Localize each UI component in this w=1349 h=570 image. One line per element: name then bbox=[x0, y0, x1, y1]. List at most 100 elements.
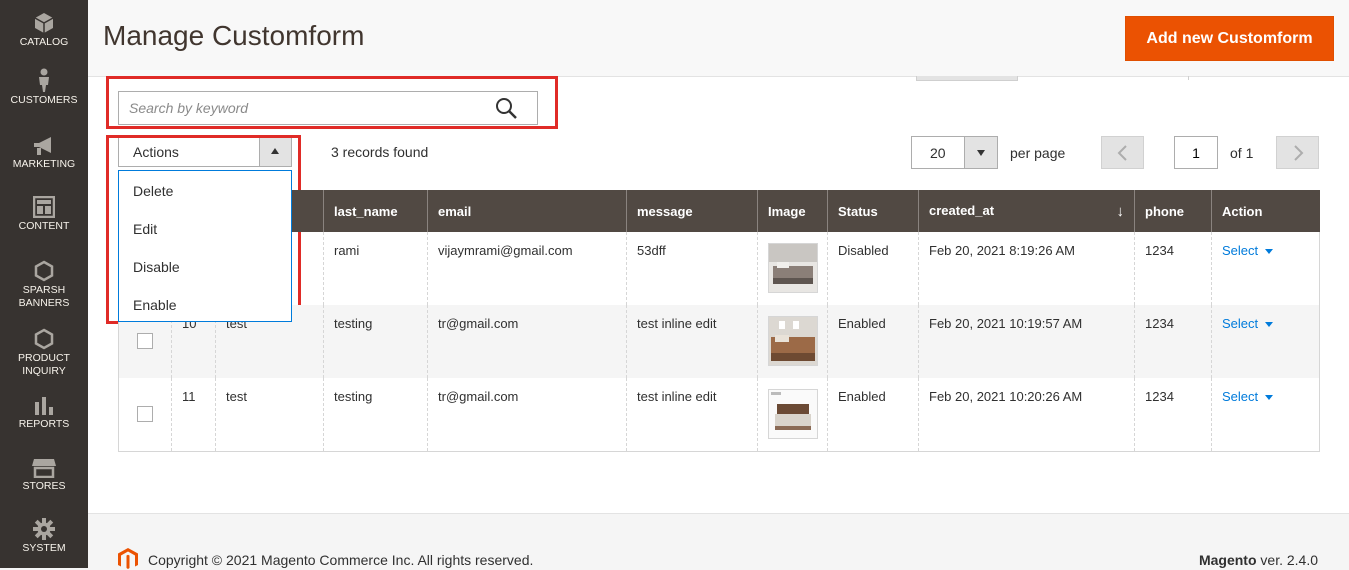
admin-sidebar: CATALOG CUSTOMERS MARKETING CONTENT SPAR… bbox=[0, 0, 88, 568]
store-icon bbox=[32, 459, 56, 478]
page-header: Manage Customform Add new Customform bbox=[88, 0, 1349, 77]
person-icon bbox=[39, 68, 49, 92]
page-footer: Copyright © 2021 Magento Commerce Inc. A… bbox=[88, 513, 1349, 569]
per-page-select[interactable]: 20 bbox=[911, 136, 998, 169]
sidebar-item-catalog[interactable]: CATALOG bbox=[0, 12, 88, 49]
actions-menu-delete[interactable]: Delete bbox=[133, 183, 173, 199]
cell-status: Enabled bbox=[827, 305, 919, 378]
layout-icon bbox=[33, 196, 55, 218]
sidebar-item-label: REPORTS bbox=[18, 418, 70, 430]
magento-logo-icon bbox=[118, 548, 138, 569]
cell-phone: 1234 bbox=[1134, 305, 1212, 378]
sidebar-item-stores[interactable]: STORES bbox=[0, 458, 88, 493]
cell-image bbox=[757, 378, 828, 452]
gear-icon bbox=[33, 518, 55, 540]
cell-message: 53dff bbox=[626, 232, 758, 305]
per-page-label: per page bbox=[1010, 145, 1066, 161]
sidebar-item-product-inquiry[interactable]: PRODUCT INQUIRY bbox=[0, 328, 88, 377]
table-row: rami vijaymrami@gmail.com 53dff Disabled… bbox=[118, 232, 1320, 305]
column-header-last-name[interactable]: last_name bbox=[323, 190, 428, 232]
sidebar-item-label: SPARSH BANNERS bbox=[18, 284, 70, 309]
grid-header-row: last_name email message Image Status cre… bbox=[118, 190, 1320, 232]
main-content: Manage Customform Add new Customform Act… bbox=[88, 0, 1349, 569]
megaphone-icon bbox=[34, 137, 51, 155]
actions-menu: Delete Edit Disable Enable bbox=[118, 170, 292, 322]
column-header-created-at[interactable]: created_at ↓ bbox=[918, 190, 1135, 232]
bar-chart-icon bbox=[35, 397, 53, 415]
cell-status: Enabled bbox=[827, 378, 919, 452]
actions-menu-enable[interactable]: Enable bbox=[133, 297, 177, 313]
column-header-created-at-label: created_at bbox=[929, 202, 995, 218]
next-page-button[interactable] bbox=[1276, 136, 1319, 169]
sidebar-item-sparsh-banners[interactable]: SPARSH BANNERS bbox=[0, 260, 88, 309]
sidebar-item-customers[interactable]: CUSTOMERS bbox=[0, 68, 88, 107]
column-header-message[interactable]: message bbox=[626, 190, 758, 232]
page-title: Manage Customform bbox=[103, 20, 365, 51]
cell-email: vijaymrami@gmail.com bbox=[427, 232, 627, 305]
cube-icon bbox=[34, 13, 54, 33]
sidebar-item-marketing[interactable]: MARKETING bbox=[0, 136, 88, 171]
cell-message: test inline edit bbox=[626, 305, 758, 378]
column-header-email[interactable]: email bbox=[427, 190, 627, 232]
chevron-right-icon bbox=[1294, 145, 1304, 161]
sidebar-item-label: STORES bbox=[22, 480, 66, 492]
actions-menu-edit[interactable]: Edit bbox=[133, 221, 157, 237]
product-thumbnail[interactable] bbox=[768, 389, 818, 439]
per-page-value: 20 bbox=[930, 145, 946, 161]
cell-created-at: Feb 20, 2021 8:19:26 AM bbox=[918, 232, 1135, 305]
version-info: Magento ver. 2.4.0 bbox=[1199, 552, 1318, 568]
cell-email: tr@gmail.com bbox=[427, 305, 627, 378]
cell-status: Disabled bbox=[827, 232, 919, 305]
version-number: ver. 2.4.0 bbox=[1256, 552, 1318, 568]
search-highlight-box bbox=[106, 76, 558, 129]
version-brand: Magento bbox=[1198, 552, 1257, 568]
row-checkbox[interactable] bbox=[137, 406, 153, 422]
customform-grid: last_name email message Image Status cre… bbox=[118, 190, 1320, 452]
sidebar-item-label: SYSTEM bbox=[22, 542, 66, 554]
page-count: of 1 bbox=[1230, 145, 1254, 161]
sidebar-item-label: CUSTOMERS bbox=[10, 94, 78, 106]
actions-menu-disable[interactable]: Disable bbox=[133, 259, 180, 275]
column-header-phone[interactable]: phone bbox=[1134, 190, 1212, 232]
cell-image bbox=[757, 232, 828, 305]
column-header-status[interactable]: Status bbox=[827, 190, 919, 232]
sidebar-item-content[interactable]: CONTENT bbox=[0, 196, 88, 233]
cell-first-name: test bbox=[215, 378, 324, 452]
table-row: 11 test testing tr@gmail.com test inline… bbox=[118, 378, 1320, 452]
add-new-customform-button[interactable]: Add new Customform bbox=[1125, 16, 1334, 61]
sidebar-item-system[interactable]: SYSTEM bbox=[0, 518, 88, 555]
cell-email: tr@gmail.com bbox=[427, 378, 627, 452]
toolbar-divider bbox=[1188, 76, 1189, 80]
sidebar-item-label: PRODUCT INQUIRY bbox=[18, 352, 70, 377]
row-checkbox-cell bbox=[118, 378, 172, 452]
row-select-link[interactable]: Select bbox=[1222, 243, 1273, 258]
page-number-input[interactable] bbox=[1174, 136, 1218, 169]
column-header-action: Action bbox=[1211, 190, 1320, 232]
hexagon-icon bbox=[34, 328, 54, 350]
sort-descending-icon: ↓ bbox=[1116, 202, 1125, 220]
cell-last-name: testing bbox=[323, 305, 428, 378]
cell-action: Select bbox=[1211, 232, 1320, 305]
cell-image bbox=[757, 305, 828, 378]
cell-action: Select bbox=[1211, 305, 1320, 378]
previous-page-button[interactable] bbox=[1101, 136, 1144, 169]
chevron-left-icon bbox=[1117, 145, 1127, 161]
sidebar-item-reports[interactable]: REPORTS bbox=[0, 396, 88, 431]
caret-down-icon[interactable] bbox=[964, 137, 997, 168]
product-thumbnail[interactable] bbox=[768, 243, 818, 293]
product-thumbnail[interactable] bbox=[768, 316, 818, 366]
table-row: 10 test testing tr@gmail.com test inline… bbox=[118, 305, 1320, 378]
sidebar-item-label: MARKETING bbox=[12, 158, 76, 170]
cell-phone: 1234 bbox=[1134, 232, 1212, 305]
records-count: 3 records found bbox=[331, 144, 429, 160]
cell-created-at: Feb 20, 2021 10:19:57 AM bbox=[918, 305, 1135, 378]
toolbar-tab-stub bbox=[916, 76, 1018, 81]
row-checkbox[interactable] bbox=[137, 333, 153, 349]
row-select-link[interactable]: Select bbox=[1222, 389, 1273, 404]
cell-created-at: Feb 20, 2021 10:20:26 AM bbox=[918, 378, 1135, 452]
cell-action: Select bbox=[1211, 378, 1320, 452]
column-header-image: Image bbox=[757, 190, 828, 232]
hexagon-icon bbox=[34, 260, 54, 282]
cell-last-name: testing bbox=[323, 378, 428, 452]
row-select-link[interactable]: Select bbox=[1222, 316, 1273, 331]
